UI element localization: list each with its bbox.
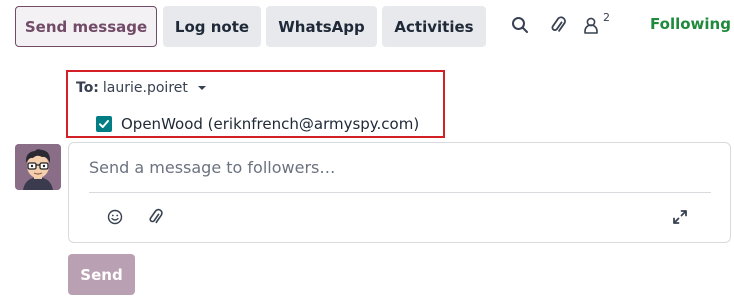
following-button[interactable]: Following [650,15,731,33]
expand-icon[interactable] [671,208,689,226]
follower-checkbox[interactable] [96,116,112,132]
whatsapp-button[interactable]: WhatsApp [266,6,377,47]
search-icon[interactable] [509,14,531,36]
check-icon [99,120,109,128]
followers-icon[interactable] [580,14,602,36]
follower-option[interactable]: OpenWood (eriknfrench@armyspy.com) [96,115,419,133]
attachment-icon[interactable] [146,208,164,226]
log-note-button[interactable]: Log note [163,6,261,47]
recipients-panel: To: laurie.poiret OpenWood (eriknfrench@… [66,70,445,138]
caret-down-icon[interactable] [197,86,206,90]
follower-option-label: OpenWood (eriknfrench@armyspy.com) [121,115,420,133]
emoji-icon[interactable] [106,208,124,226]
paperclip-icon[interactable] [547,14,569,36]
message-composer: Send a message to followers… [68,142,731,243]
send-button[interactable]: Send [68,254,135,295]
to-row: To: laurie.poiret [76,80,206,96]
activities-button[interactable]: Activities [382,6,486,47]
avatar [15,144,61,190]
message-input[interactable]: Send a message to followers… [89,157,711,193]
to-recipient[interactable]: laurie.poiret [103,80,188,96]
send-message-button[interactable]: Send message [15,6,157,47]
chatter-toolbar: Send message Log note WhatsApp Activitie… [0,0,734,52]
to-label: To: [76,80,99,96]
follower-count: 2 [603,11,610,24]
